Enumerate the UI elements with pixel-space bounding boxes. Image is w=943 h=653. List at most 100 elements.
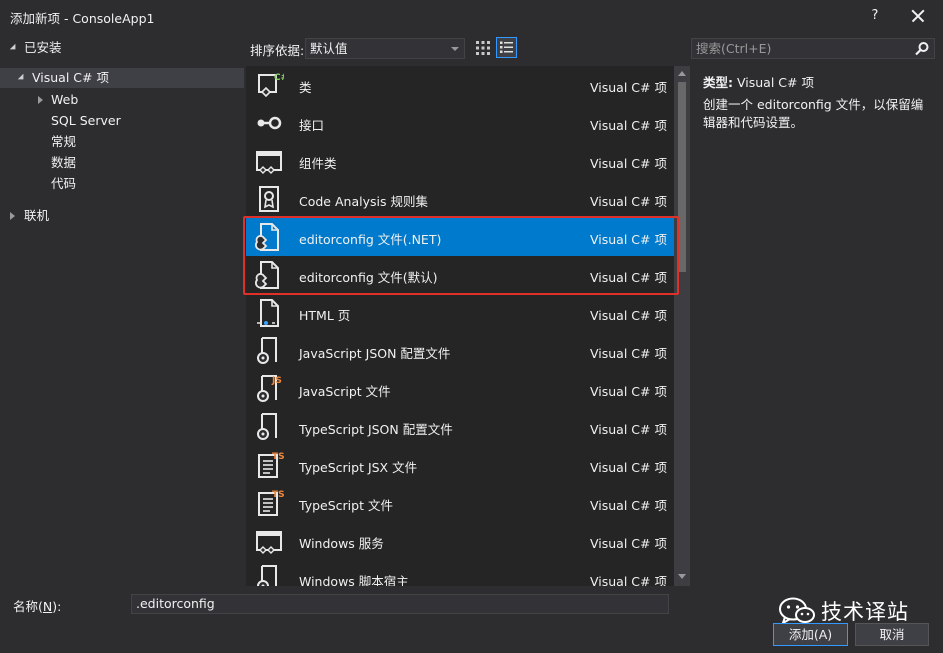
wechat-icon [779,597,815,624]
typescript-file-icon: TS [254,488,285,518]
watermark-text: 技术译站 [821,600,909,624]
svg-text:TS: TS [272,490,284,500]
list-item-name: JavaScript 文件 [299,384,391,399]
list-item[interactable]: JS JavaScript 文件 Visual C# 项 [246,370,674,408]
editorconfig-icon [254,260,284,290]
tree-item-label: Visual C# 项 [32,70,109,85]
help-button[interactable]: ? [864,5,886,27]
svg-text:C#: C# [274,73,284,83]
json-config-icon [254,336,284,366]
list-item-name: TypeScript JSON 配置文件 [299,422,453,437]
list-item-type: Visual C# 项 [590,118,667,133]
list-item-type: Visual C# 项 [590,422,667,437]
sort-label: 排序依据: [250,43,305,58]
detail-type-value: Visual C# 项 [736,75,814,90]
expand-arrow-icon[interactable] [9,43,19,53]
grid-view-icon[interactable] [473,38,493,58]
list-item[interactable]: 接口 Visual C# 项 [246,104,674,142]
html-page-icon [254,298,284,328]
sort-dropdown[interactable]: 默认值 [305,38,465,59]
list-item[interactable]: editorconfig 文件(默认) Visual C# 项 [246,256,674,294]
cancel-button[interactable]: 取消 [855,623,929,646]
search-placeholder: 搜索(Ctrl+E) [696,41,772,56]
name-label-prefix: 名称( [13,599,43,614]
tree-item-label: Web [51,92,79,107]
list-item[interactable]: Code Analysis 规则集 Visual C# 项 [246,180,674,218]
detail-description: 创建一个 editorconfig 文件，以保留编辑器和代码设置。 [703,97,924,130]
typescript-jsx-icon: TS [254,450,285,480]
tree-item-label: 联机 [24,208,50,223]
list-item-name: Windows 脚本宿主 [299,574,409,586]
list-item[interactable]: TS TypeScript 文件 Visual C# 项 [246,484,674,522]
list-item-name: Code Analysis 规则集 [299,194,428,209]
list-item-type: Visual C# 项 [590,156,667,171]
list-item-name: Windows 服务 [299,536,384,551]
watermark: 技术译站 [778,596,928,626]
javascript-file-icon: JS [254,374,284,404]
detail-type: 类型: Visual C# 项 [703,72,814,91]
tree-item-code[interactable]: 代码 [51,174,76,194]
list-item-name: HTML 页 [299,308,351,323]
list-item-name: editorconfig 文件(.NET) [299,232,442,247]
name-label-accesskey: N [42,599,53,614]
add-button[interactable]: 添加(A) [773,623,848,646]
list-item-name: TypeScript 文件 [299,498,393,513]
list-item[interactable]: JavaScript JSON 配置文件 Visual C# 项 [246,332,674,370]
list-item-type: Visual C# 项 [590,536,667,551]
list-item-name: 接口 [299,118,325,133]
tree-item-label: 已安装 [24,40,62,55]
scroll-down-arrow-icon[interactable] [678,574,686,579]
category-tree: 已安装 Visual C# 项 Web SQL Server 常规 数据 代码 … [0,34,244,586]
list-item-type: Visual C# 项 [590,270,667,285]
list-item-name: 类 [299,80,312,95]
collapse-arrow-icon[interactable] [10,212,15,220]
list-item-type: Visual C# 项 [590,346,667,361]
tree-item-visual-csharp[interactable]: Visual C# 项 [0,68,244,88]
component-class-icon [254,146,284,176]
windows-service-icon [254,526,284,556]
tree-item-general[interactable]: 常规 [51,132,76,152]
title-bar: 添加新项 - ConsoleApp1 ? [0,0,943,32]
tree-item-installed[interactable]: 已安装 [0,38,244,58]
detail-type-label: 类型: [703,75,733,90]
list-item-type: Visual C# 项 [590,498,667,513]
list-item-type: Visual C# 项 [590,80,667,95]
sort-value: 默认值 [310,41,348,56]
list-item[interactable]: Windows 脚本宿主 Visual C# 项 [246,560,674,586]
tree-item-data[interactable]: 数据 [51,153,76,173]
name-label: 名称(N): [13,596,61,615]
scroll-up-arrow-icon[interactable] [678,71,686,76]
collapse-arrow-icon[interactable] [38,96,43,104]
list-item[interactable]: 组件类 Visual C# 项 [246,142,674,180]
list-item-type: Visual C# 项 [590,232,667,247]
list-item[interactable]: TypeScript JSON 配置文件 Visual C# 项 [246,408,674,446]
template-list: C#类Visual C# 项接口Visual C# 项组件类Visual C# … [246,66,674,586]
list-item[interactable]: Windows 服务 Visual C# 项 [246,522,674,560]
scroll-thumb[interactable] [678,82,686,272]
svg-text:TS: TS [272,452,284,462]
name-label-suffix: ): [52,599,62,614]
list-item[interactable]: editorconfig 文件(.NET) Visual C# 项 [246,218,674,256]
chevron-down-icon [451,47,459,51]
tree-item-sql-server[interactable]: SQL Server [51,111,121,131]
list-item-name: editorconfig 文件(默认) [299,270,438,285]
editorconfig-icon [254,222,284,252]
list-item[interactable]: HTML 页 Visual C# 项 [246,294,674,332]
close-icon[interactable] [906,4,930,28]
list-item-type: Visual C# 项 [590,574,667,586]
search-input[interactable]: 搜索(Ctrl+E) [691,38,935,59]
search-icon[interactable] [914,41,929,56]
svg-text:JS: JS [271,376,282,386]
list-item[interactable]: C# 类 Visual C# 项 [246,66,674,104]
script-host-icon [254,564,284,586]
expand-arrow-icon[interactable] [17,73,27,83]
interface-icon [254,108,284,138]
list-view-icon[interactable] [496,37,517,58]
list-item-name: JavaScript JSON 配置文件 [299,346,451,361]
list-item[interactable]: TS TypeScript JSX 文件 Visual C# 项 [246,446,674,484]
window-title: 添加新项 - ConsoleApp1 [10,11,155,26]
ruleset-icon [254,184,284,214]
list-scrollbar[interactable] [674,66,690,586]
class-icon: C# [254,70,288,100]
name-field[interactable]: .editorconfig [131,594,669,614]
